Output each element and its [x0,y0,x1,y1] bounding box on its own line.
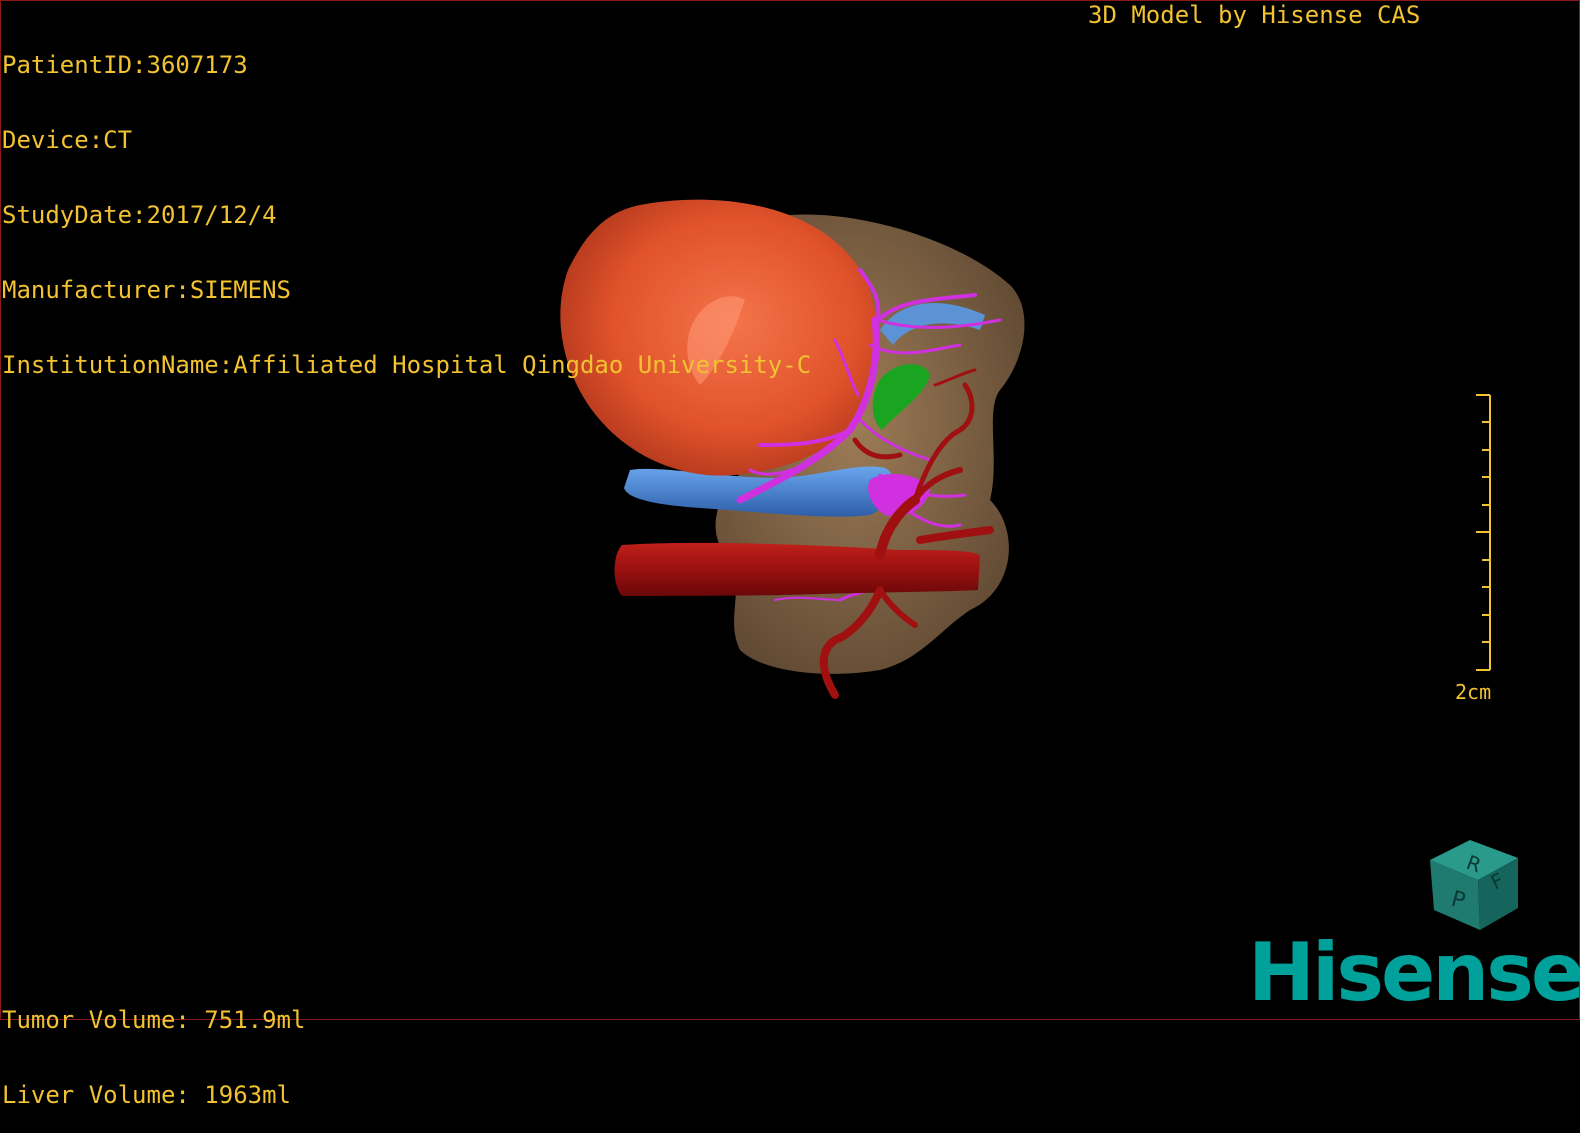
tumor-volume-text: Tumor Volume: 751.9ml [2,1006,306,1034]
device-text: Device:CT [2,126,133,154]
scale-bar [1476,394,1491,671]
hisense-logo: Hisense [1248,926,1580,1019]
study-date-text: StudyDate:2017/12/4 [2,201,277,229]
model-credit-text: 3D Model by Hisense CAS [1088,1,1421,29]
institution-text: InstitutionName:Affiliated Hospital Qing… [2,351,812,379]
study-info-overlay: PatientID:3607173 Device:CT StudyDate:20… [2,3,811,403]
scale-bar-label: 2cm [1455,680,1492,704]
manufacturer-text: Manufacturer:SIEMENS [2,276,291,304]
patient-id-text: PatientID:3607173 [2,51,248,79]
orientation-cube[interactable]: R F P [1430,840,1518,930]
aorta-model[interactable] [614,542,981,596]
volume-info-overlay: Tumor Volume: 751.9ml Liver Volume: 1963… [2,958,305,1133]
liver-volume-text: Liver Volume: 1963ml [2,1081,291,1109]
